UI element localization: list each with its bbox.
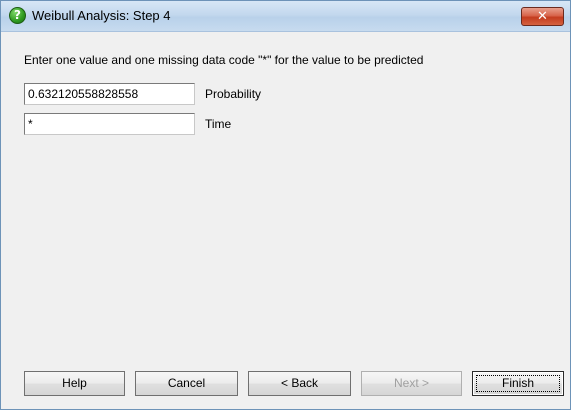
probability-input[interactable] <box>24 83 195 105</box>
back-button[interactable]: < Back <box>248 371 351 396</box>
time-input[interactable] <box>24 113 195 135</box>
question-icon: ? <box>9 7 26 24</box>
close-button[interactable]: ✕ <box>521 7 564 26</box>
focus-rectangle <box>476 375 560 392</box>
close-icon: ✕ <box>537 9 548 24</box>
probability-label: Probability <box>205 87 262 101</box>
time-label: Time <box>205 117 232 131</box>
finish-button[interactable]: Finish <box>472 371 564 396</box>
window-title: Weibull Analysis: Step 4 <box>32 8 171 23</box>
help-button[interactable]: Help <box>24 371 125 396</box>
cancel-button[interactable]: Cancel <box>135 371 238 396</box>
title-bar[interactable]: ? Weibull Analysis: Step 4 ✕ <box>1 1 570 32</box>
instruction-text: Enter one value and one missing data cod… <box>24 53 424 67</box>
weibull-dialog: ? Weibull Analysis: Step 4 ✕ Enter one v… <box>0 0 571 410</box>
next-button[interactable]: Next > <box>361 371 462 396</box>
